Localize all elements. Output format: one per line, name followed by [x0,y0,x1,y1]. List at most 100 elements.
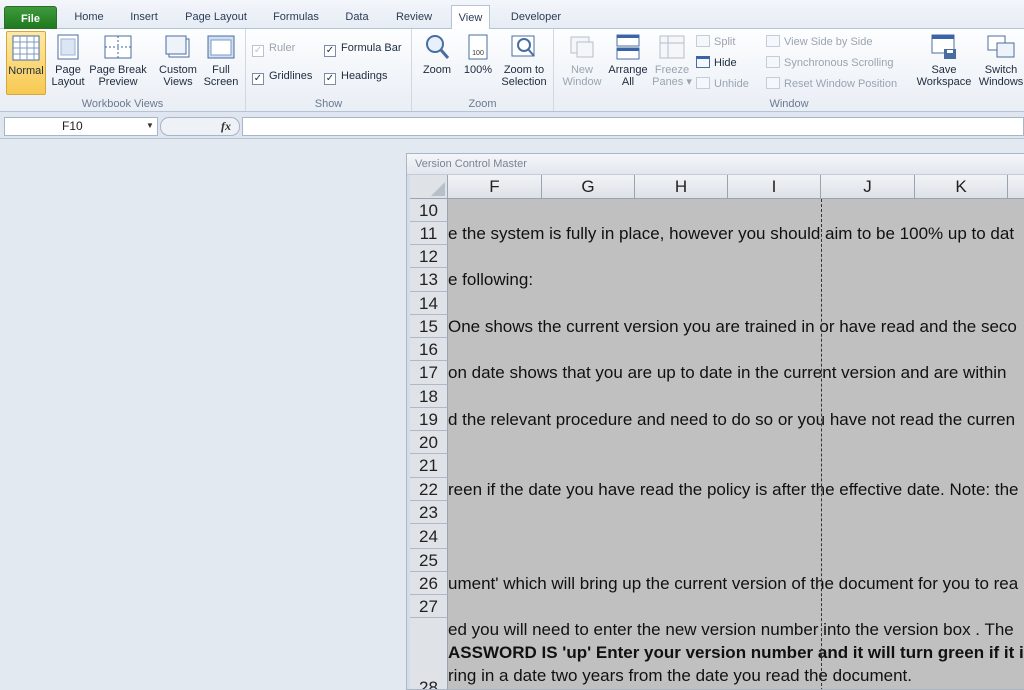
zoom-100-button[interactable]: 100 100% [460,33,496,76]
switch-windows-button[interactable]: Switch Windows [978,33,1024,88]
row-header[interactable]: 17 [410,361,448,385]
row-header[interactable]: 28 [410,618,448,689]
normal-view-button[interactable]: Normal [6,31,46,95]
tab-home[interactable]: Home [68,5,110,29]
headings-label: Headings [341,70,388,82]
group-workbook-views: Normal Page Layout Page Break Preview Cu… [0,29,246,111]
row-header[interactable]: 12 [410,245,448,268]
cell-text[interactable]: ed you will need to enter the new versio… [448,618,1014,641]
unhide-button[interactable]: Unhide [696,77,749,90]
arrange-all-icon [616,34,640,60]
ruler-checkbox[interactable]: ✓ Ruler [252,42,295,57]
ribbon-tab-bar: File Home Insert Page Layout Formulas Da… [0,0,1024,30]
row-header[interactable]: 18 [410,385,448,408]
arrange-all-button[interactable]: Arrange All [606,33,650,88]
headings-checkbox[interactable]: ✓ Headings [324,70,387,85]
page-break-preview-label-2: Preview [98,76,138,88]
save-workspace-button[interactable]: Save Workspace [914,33,974,88]
row-header[interactable]: 24 [410,524,448,549]
row-header[interactable]: 27 [410,595,448,618]
reset-window-position-label: Reset Window Position [784,78,898,90]
split-button[interactable]: Split [696,35,735,48]
tab-view[interactable]: View [451,5,490,30]
formula-bar-checkbox[interactable]: ✓ Formula Bar [324,42,402,57]
reset-window-position-button[interactable]: Reset Window Position [766,77,897,90]
cell-text[interactable]: ument' which will bring up the current v… [448,572,1018,595]
hide-button[interactable]: Hide [696,56,737,69]
column-header-g[interactable]: G [542,175,635,199]
row-header[interactable]: 11 [410,222,448,245]
row-header[interactable]: 10 [410,199,448,222]
tab-insert[interactable]: Insert [123,5,165,29]
row-header[interactable]: 23 [410,501,448,524]
split-icon [696,35,710,47]
row-header[interactable]: 25 [410,549,448,572]
switch-windows-label-2: Windows [978,76,1024,88]
worksheet-grid[interactable]: F G H I J K 10 11 e the system is fully … [410,175,1024,689]
row-header[interactable]: 16 [410,338,448,361]
column-header-l[interactable] [1008,175,1024,199]
view-side-by-side-button[interactable]: View Side by Side [766,35,872,48]
row-header[interactable]: 13 [410,268,448,292]
zoom-to-selection-button[interactable]: Zoom to Selection [500,33,548,88]
column-header-h[interactable]: H [635,175,728,199]
full-screen-button[interactable]: Full Screen [202,33,240,88]
row-header[interactable]: 14 [410,292,448,315]
full-screen-icon [207,35,235,59]
formula-bar-label: Formula Bar [341,42,402,54]
select-all-button[interactable] [410,175,448,199]
row-header[interactable]: 22 [410,478,448,501]
page-layout-view-button[interactable]: Page Layout [50,33,86,88]
cell-text-bold[interactable]: ASSWORD IS 'up' Enter your version numbe… [448,641,1024,664]
synchronous-scrolling-button[interactable]: Synchronous Scrolling [766,56,893,69]
column-header-j[interactable]: J [821,175,915,199]
cell-text[interactable]: One shows the current version you are tr… [448,315,1017,338]
chevron-down-icon[interactable]: ▼ [145,117,155,134]
row-header[interactable]: 26 [410,572,448,595]
new-window-button[interactable]: New Window [560,33,604,88]
tab-page-layout[interactable]: Page Layout [180,5,252,29]
column-header-i[interactable]: I [728,175,821,199]
synchronous-scrolling-icon [766,56,780,68]
tab-file[interactable]: File [4,6,57,29]
view-side-by-side-label: View Side by Side [784,36,873,48]
tab-review[interactable]: Review [390,5,438,29]
switch-windows-icon [987,35,1015,58]
column-header-k[interactable]: K [915,175,1008,199]
gridlines-checkbox[interactable]: ✓ Gridlines [252,70,312,85]
cell-text[interactable]: e the system is fully in place, however … [448,222,1014,245]
insert-function-icon[interactable]: fx [221,117,231,136]
custom-views-icon [165,35,190,58]
cell-text[interactable]: d the relevant procedure and need to do … [448,408,1015,431]
tab-data[interactable]: Data [338,5,376,29]
arrange-all-label-1: Arrange [608,64,648,76]
unhide-window-icon [696,77,710,89]
magnifier-icon [426,35,450,59]
zoom-to-selection-icon [511,35,535,57]
row-header[interactable]: 15 [410,315,448,338]
row-header[interactable]: 21 [410,454,448,478]
cell-text[interactable]: on date shows that you are up to date in… [448,361,1007,385]
formula-input[interactable] [242,117,1024,136]
page-break-preview-button[interactable]: Page Break Preview [88,33,148,88]
workbook-views-group-label: Workbook Views [81,98,164,110]
tab-formulas[interactable]: Formulas [266,5,326,29]
workbook-window-title[interactable]: Version Control Master [407,154,1024,175]
name-box[interactable]: F10 [4,117,158,136]
new-window-label-2: Window [562,76,602,88]
tab-developer[interactable]: Developer [503,5,569,29]
row-header[interactable]: 20 [410,431,448,454]
page-break-line [821,199,822,689]
row-header[interactable]: 19 [410,408,448,431]
zoom-button[interactable]: Zoom [420,33,454,76]
freeze-panes-button[interactable]: Freeze Panes ▾ [652,33,692,88]
cell-text[interactable]: e following: [448,268,533,292]
freeze-panes-label-2: Panes ▾ [652,76,692,88]
show-group-label: Show [314,98,343,110]
cell-text[interactable]: ring in a date two years from the date y… [448,664,912,687]
cell-text[interactable]: reen if the date you have read the polic… [448,478,1019,501]
hide-window-icon [696,56,710,68]
column-header-f[interactable]: F [448,175,542,199]
workbook-window[interactable]: Version Control Master F G H I J K 10 11… [406,153,1024,690]
custom-views-button[interactable]: Custom Views [156,33,200,88]
